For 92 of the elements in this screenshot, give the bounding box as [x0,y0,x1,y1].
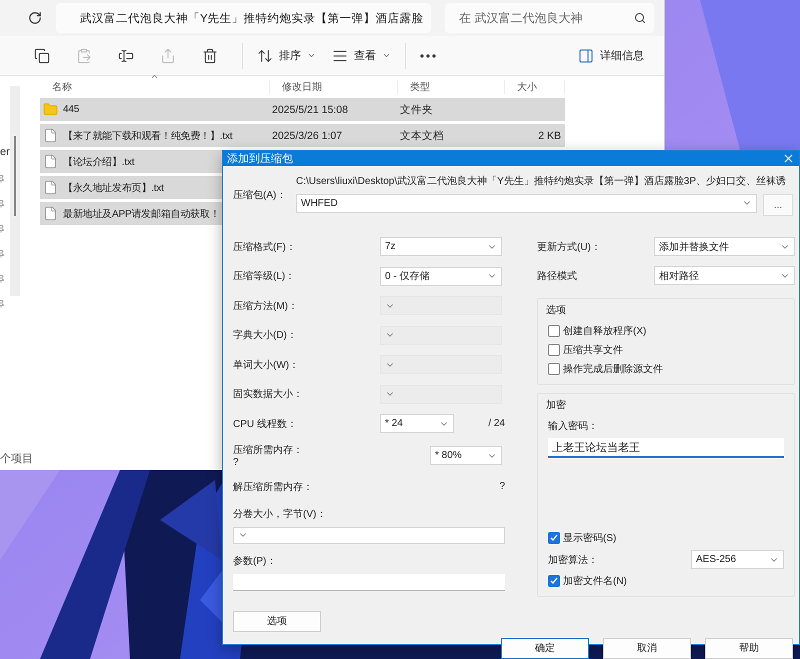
dropdown[interactable]: * 80% [430,446,502,465]
file-icon [43,206,58,221]
memory-value: ? [233,457,240,468]
search-field[interactable]: 在 武汉富二代泡良大神 [445,3,654,33]
file-icon [43,128,58,143]
checkbox[interactable] [548,344,560,356]
field-label: 输入密码： [548,420,599,433]
field-label: 解压缩所需内存： [233,480,313,494]
search-icon [634,12,646,24]
field-label: 压缩所需内存： [233,444,304,457]
file-icon [43,154,58,169]
field-label: 路径模式 [537,270,578,282]
dialog-button[interactable]: 确定 [501,638,589,658]
paste-icon [76,48,92,64]
checkbox-label: 压缩共享文件 [563,344,623,357]
share-icon [160,48,176,64]
field-label: 字典大小(D)： [233,328,298,342]
field-label: 加密算法： [548,554,599,566]
window-title: 添加到压缩包 [227,152,293,166]
password-field[interactable]: 上老王论坛当老王 [548,438,784,458]
checkbox[interactable] [548,575,560,587]
trash-icon [202,48,218,64]
dropdown[interactable]: 添加并替换文件 [654,237,795,256]
details-button[interactable]: 详细信息 [570,40,652,70]
file-name: 445 [62,104,80,115]
field-label: 参数(P)： [233,554,278,568]
field-label: 压缩等级(L)： [233,270,296,284]
input-field[interactable] [233,574,505,590]
status-text: 个项目 [0,452,33,467]
close-icon[interactable] [782,152,795,165]
checkbox-label: 显示密码(S) [563,532,616,545]
file-type: 文本文档 [399,128,445,142]
file-name: 最新地址及APP请发邮箱自动获取！ [62,208,220,220]
dialog-button[interactable]: 取消 [603,638,691,658]
file-name: 【来了就能下载和观看！纯免费！】.txt [62,130,232,142]
field-label: 更新方式(U)： [537,240,602,254]
checkbox-label: 加密文件名(N) [563,574,627,588]
browse-button[interactable]: ... [763,194,793,216]
dropdown[interactable]: * 24 [380,414,454,434]
file-row[interactable]: 445 2025/5/21 15:08 文件夹 [40,98,565,121]
field-label: CPU 线程数： [233,418,298,431]
group-title: 加密 [546,398,567,412]
column-header[interactable]: 大小 [505,80,565,94]
field-label: 压缩方法(M)： [233,300,299,313]
copy-icon [34,48,50,64]
thread-count: / 24 [487,418,505,430]
dropdown[interactable]: 相对路径 [654,266,795,285]
archive-path: C:\Users\liuxi\Desktop\武汉富二代泡良大神「Y先生」推特约炮实录【第一弹】酒店露脸3P、少妇口交、丝袜诱 [296,174,788,188]
archive-name-field[interactable]: WHFED [296,194,757,212]
more-icon [420,54,436,58]
sidebar-item[interactable]: er [0,146,10,158]
checkbox[interactable] [548,363,560,375]
file-size: 2 KB [537,130,562,142]
file-icon [43,180,58,195]
dropdown[interactable]: 7z [380,237,502,256]
file-type: 文件夹 [399,102,434,116]
options-button[interactable]: 选项 [233,610,321,632]
checkbox[interactable] [548,325,560,337]
file-name: 【永久地址发布页】.txt [62,182,164,194]
checkbox-label: 操作完成后删除源文件 [563,362,663,376]
field-label: 压缩格式(F)： [233,240,297,254]
rename-icon [118,48,134,64]
field-label: 分卷大小，字节(V)： [233,508,328,520]
group-title: 选项 [546,304,567,317]
checkbox-label: 创建自释放程序(X) [563,324,646,338]
memory-value: ? [499,481,505,492]
dialog-button[interactable]: 帮助 [705,638,793,658]
address-bar[interactable]: 武汉富二代泡良大神「Y先生」推特约炮实录【第一弹】酒店露脸 [56,3,431,33]
sort-icon [257,48,273,64]
field-label: 单词大小(W)： [233,358,300,372]
scrollbar[interactable] [10,86,20,296]
dropdown[interactable]: 0 - 仅存储 [380,266,502,286]
refresh-icon[interactable] [28,11,42,25]
folder-icon [43,102,58,117]
file-name: 【论坛介绍】.txt [62,156,134,168]
chevron-down-icon [382,51,391,60]
check-icon [550,534,558,542]
file-date: 2025/3/26 1:07 [271,130,344,142]
file-date: 2025/5/21 15:08 [271,104,349,116]
chevron-down-icon [307,51,316,60]
view-button[interactable]: 查看 [324,40,399,70]
field-label: 固实数据大小： [233,388,304,402]
sort-button[interactable]: 排序 [249,40,324,70]
column-header[interactable]: 类型 [398,80,505,94]
checkbox[interactable] [548,532,560,544]
column-header[interactable]: 修改日期 [270,80,398,94]
panel-icon [578,48,594,64]
file-row[interactable]: 【来了就能下载和观看！纯免费！】.txt 2025/3/26 1:07 文本文档 2 KB [40,124,565,147]
field-label: 压缩包(A)： [233,188,288,202]
column-header[interactable]: 名称 [40,80,270,94]
check-icon [550,577,558,585]
dropdown[interactable]: AES-256 [691,550,784,569]
